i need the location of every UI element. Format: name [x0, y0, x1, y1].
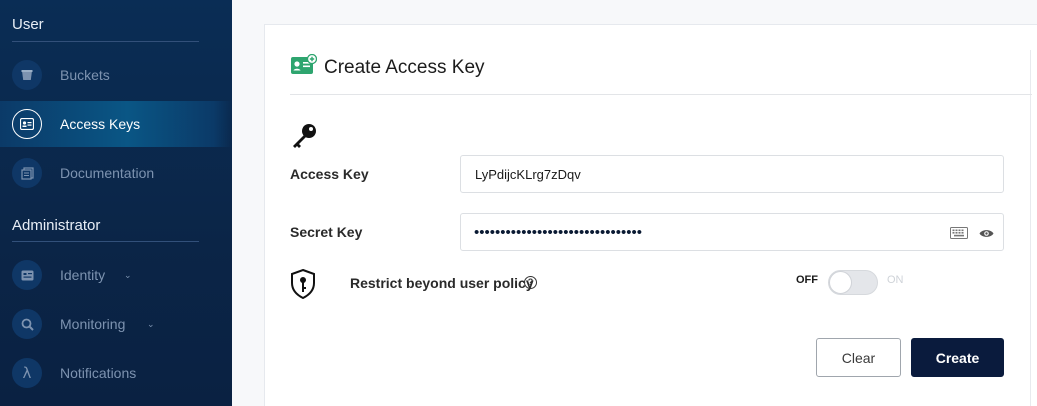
- keyboard-icon[interactable]: [950, 226, 968, 244]
- sidebar-item-label: Identity: [60, 267, 106, 283]
- secret-key-label: Secret Key: [290, 224, 363, 240]
- page-title-row: [290, 53, 318, 80]
- sidebar-item-buckets[interactable]: Buckets: [0, 52, 232, 98]
- access-key-card-icon: [290, 53, 318, 80]
- access-key-card-icon: [12, 109, 42, 139]
- access-key-label: Access Key: [290, 166, 369, 182]
- restrict-policy-toggle[interactable]: [828, 270, 878, 295]
- secret-key-value: ••••••••••••••••••••••••••••••••: [474, 224, 643, 241]
- sidebar-item-label: Documentation: [60, 165, 155, 181]
- sidebar-item-access-keys[interactable]: Access Keys: [0, 101, 232, 147]
- shield-icon: [290, 268, 316, 304]
- bucket-icon: [12, 60, 42, 90]
- sidebar-item-label: Notifications: [60, 365, 137, 381]
- toggle-on-label: ON: [887, 274, 904, 286]
- sidebar-divider: [12, 41, 199, 42]
- identity-icon: [12, 260, 42, 290]
- chevron-down-icon: ⌄: [124, 269, 132, 280]
- chevron-down-icon: ⌄: [147, 318, 155, 329]
- toggle-off-label: OFF: [796, 274, 818, 286]
- sidebar-item-monitoring[interactable]: Monitoring ⌄: [0, 301, 232, 347]
- sidebar-section-user: User: [12, 16, 44, 33]
- clear-button[interactable]: Clear: [816, 338, 901, 377]
- create-button[interactable]: Create: [911, 338, 1004, 377]
- lambda-icon: λ: [12, 358, 42, 388]
- eye-icon[interactable]: [979, 226, 994, 244]
- key-icon: [290, 123, 318, 154]
- sidebar-item-label: Buckets: [60, 67, 110, 83]
- title-divider: [290, 94, 1032, 95]
- monitoring-icon: [12, 309, 42, 339]
- sidebar-item-label: Monitoring: [60, 316, 126, 332]
- page-title: Create Access Key: [324, 57, 485, 78]
- sidebar-divider: [12, 241, 199, 242]
- documentation-icon: [12, 158, 42, 188]
- restrict-policy-label: Restrict beyond user policy: [350, 275, 534, 291]
- sidebar: User Buckets Access Keys Documentation A…: [0, 0, 232, 406]
- sidebar-section-administrator: Administrator: [12, 217, 101, 234]
- toggle-knob: [829, 271, 852, 294]
- access-key-input[interactable]: [460, 155, 1004, 193]
- sidebar-item-notifications[interactable]: λ Notifications: [0, 350, 232, 396]
- sidebar-item-identity[interactable]: Identity ⌄: [0, 252, 232, 298]
- help-icon[interactable]: ?: [524, 276, 537, 289]
- panel-divider: [1030, 50, 1031, 406]
- sidebar-item-documentation[interactable]: Documentation: [0, 150, 232, 196]
- sidebar-item-label: Access Keys: [60, 116, 141, 132]
